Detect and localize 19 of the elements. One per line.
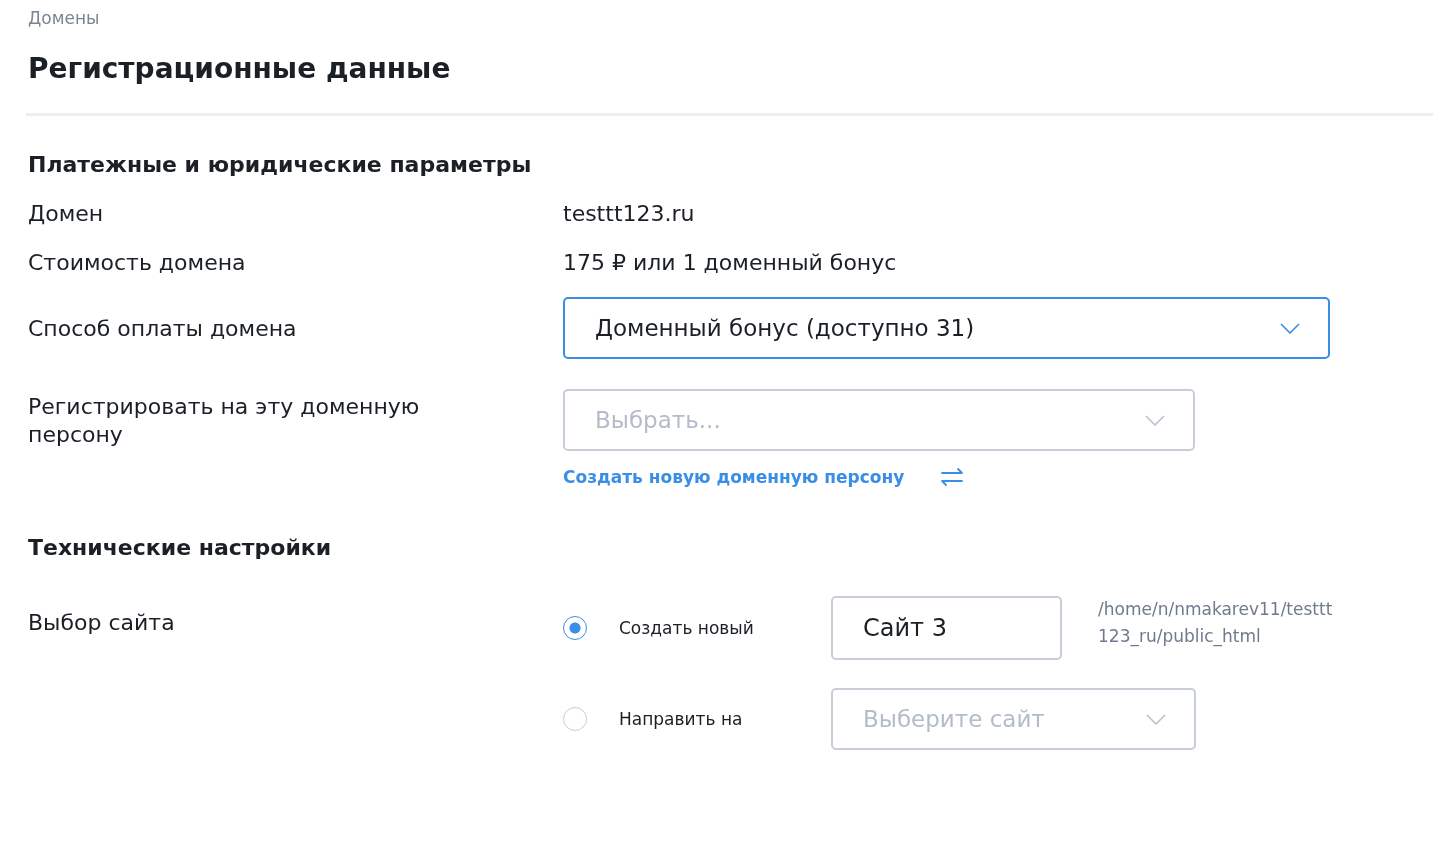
person-select[interactable]: Выбрать... <box>563 389 1195 451</box>
field-label: Способ оплаты домена <box>28 315 298 341</box>
radio-label: Направить на <box>619 709 744 729</box>
breadcrumb-link[interactable]: Домены <box>28 8 1433 28</box>
payment-method-select[interactable]: Доменный бонус (доступно 31) <box>563 297 1330 359</box>
field-value: 175 ₽ или 1 доменный бонус <box>563 250 897 275</box>
radio-label: Создать новый <box>619 618 755 638</box>
site-select[interactable]: Выберите сайт <box>831 688 1196 750</box>
section-heading: Платежные и юридические параметры <box>28 152 533 177</box>
page-title: Регистрационные данные <box>28 52 452 85</box>
field-label: Стоимость домена <box>28 250 247 275</box>
field-label: Выбор сайта <box>28 609 176 635</box>
site-path: /home/n/nmakarev11/testtt123_ru/public_html <box>1098 598 1334 649</box>
field-label: Домен <box>28 201 105 226</box>
section-heading: Технические настройки <box>28 535 333 560</box>
create-person-link[interactable]: Создать новую доменную персону <box>563 467 905 487</box>
site-name-input[interactable]: Сайт 3 <box>831 596 1062 660</box>
field-label: Регистрировать на эту доменную персону <box>28 393 421 448</box>
field-value: testtt123.ru <box>563 201 695 226</box>
